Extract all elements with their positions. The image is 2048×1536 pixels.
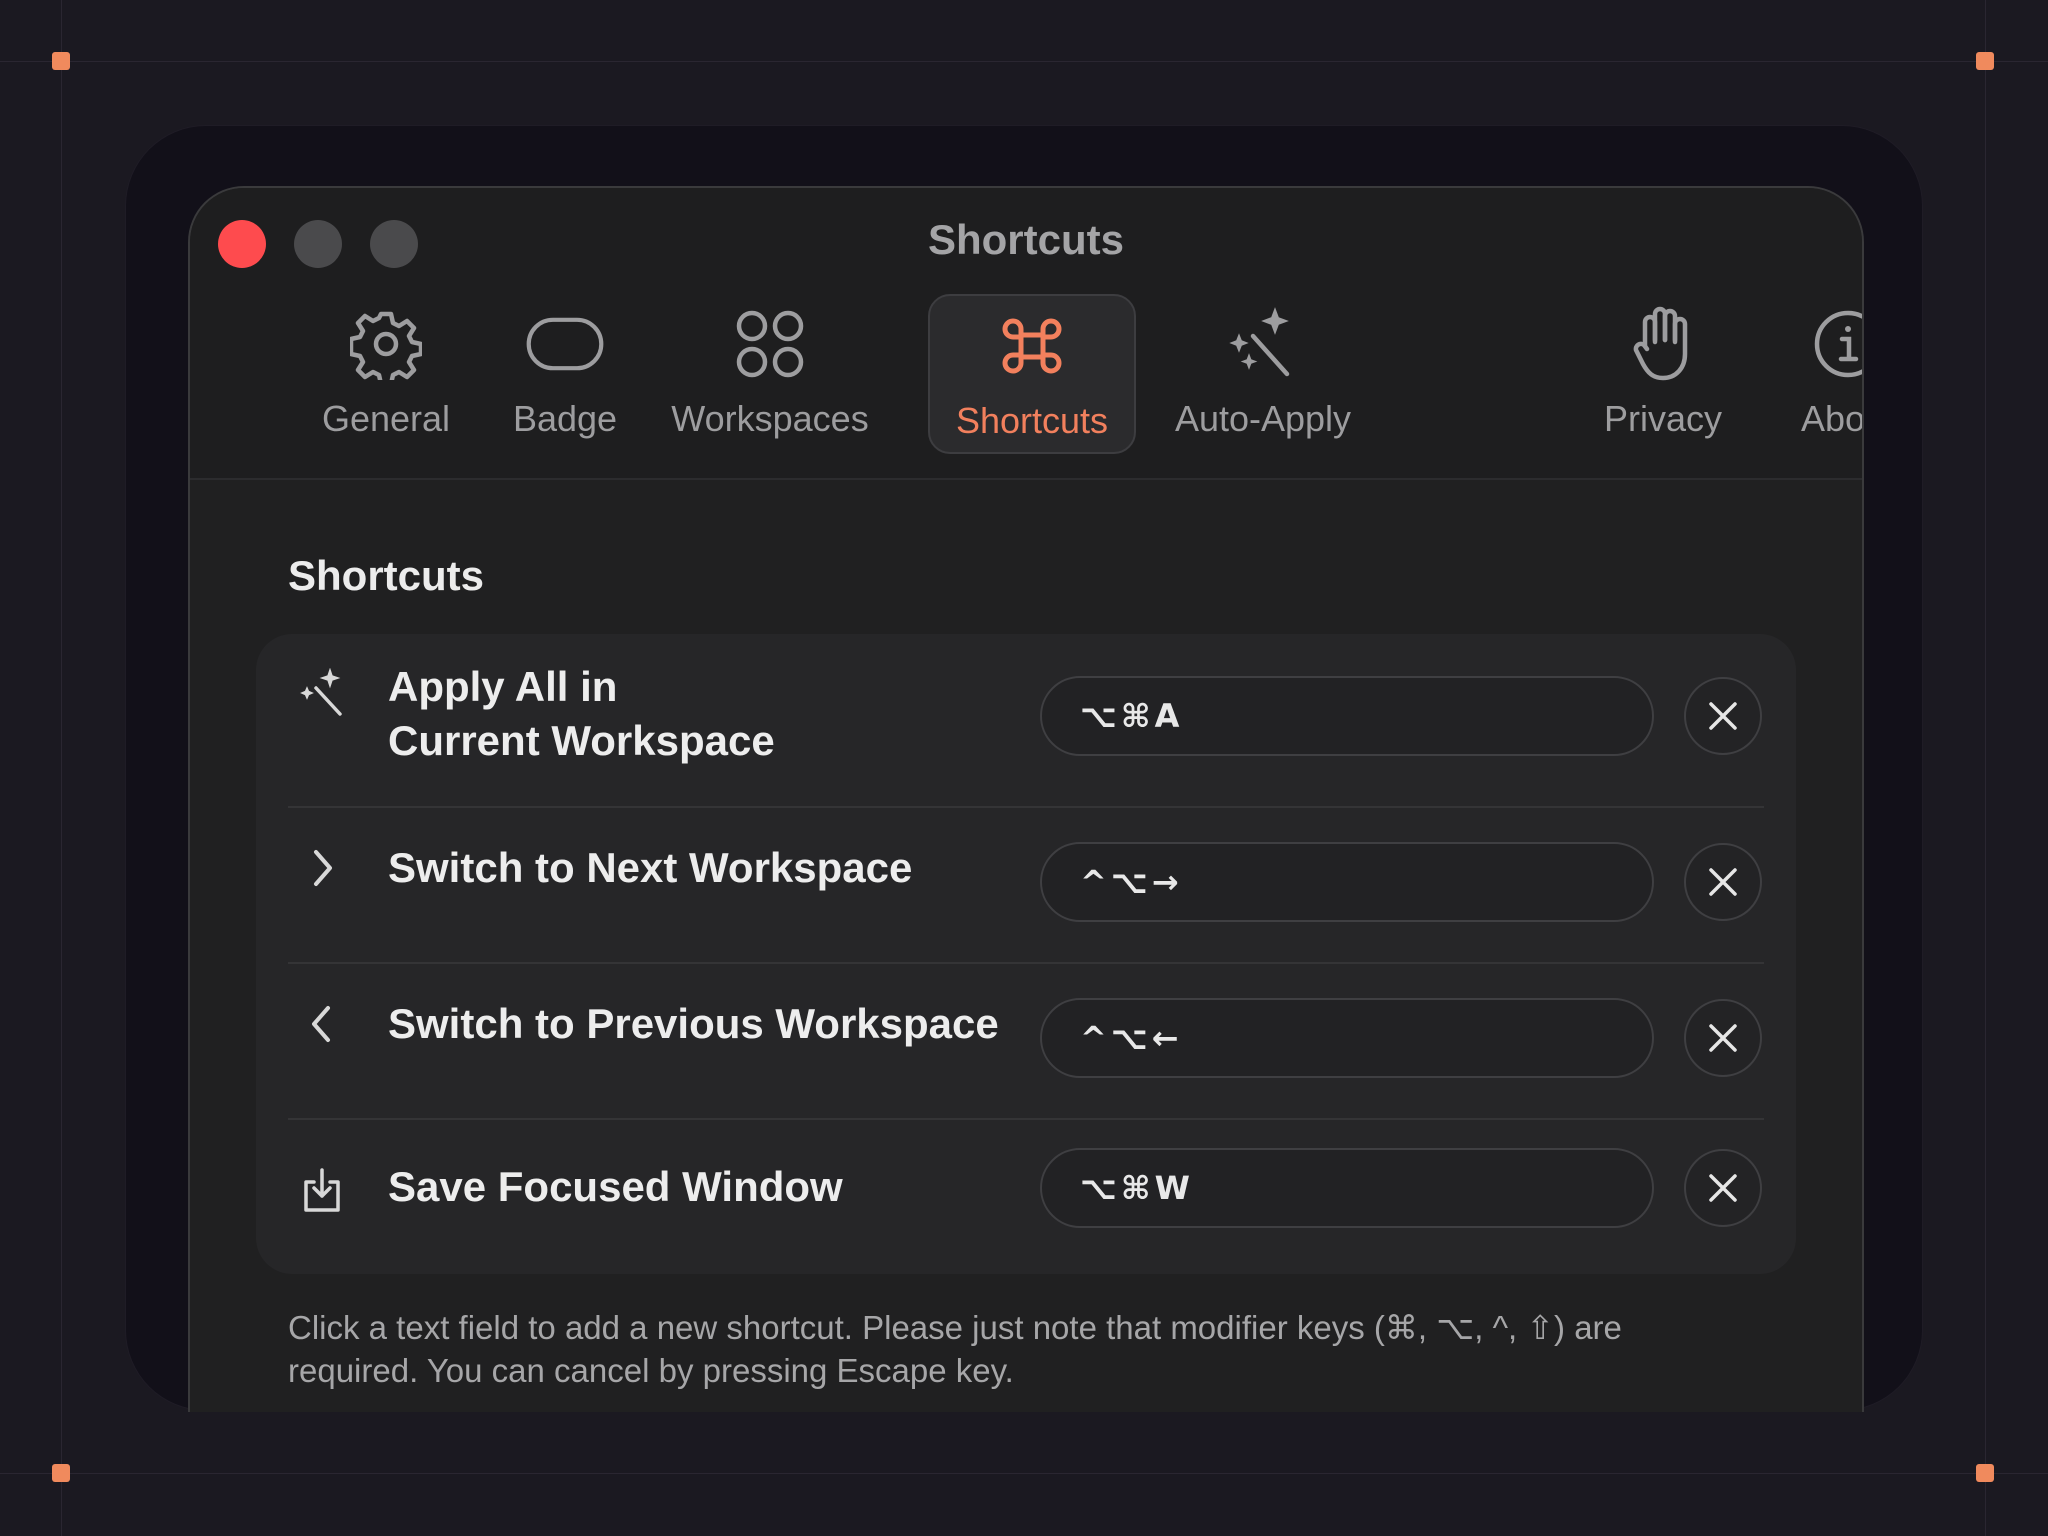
shortcut-label-line2: Current Workspace	[388, 717, 775, 764]
gear-icon	[346, 304, 426, 384]
window-title: Shortcuts	[927, 216, 1124, 263]
shortcut-label: Save Focused Window	[388, 1163, 843, 1210]
chevron-left-icon	[294, 996, 350, 1052]
shortcut-key-field[interactable]: ⌥⌘W	[1040, 1148, 1654, 1228]
resize-handle-top-left[interactable]	[52, 52, 70, 70]
close-icon	[1709, 1174, 1737, 1202]
badge-icon	[525, 304, 605, 384]
hand-icon	[1623, 304, 1703, 384]
shortcut-key-field[interactable]: ^⌥←	[1040, 998, 1654, 1078]
guide-line-right	[1985, 0, 1986, 1536]
toolbar: Shortcuts General Badge Workspaces Short…	[190, 188, 1862, 480]
resize-handle-bottom-left[interactable]	[52, 1464, 70, 1482]
shortcuts-list: Apply All in Current Workspace ⌥⌘A Switc…	[256, 634, 1796, 1274]
magic-wand-icon	[1223, 304, 1303, 384]
shortcut-key-field[interactable]: ⌥⌘A	[1040, 676, 1654, 756]
shortcut-row-next-workspace: Switch to Next Workspace ^⌥→	[256, 808, 1796, 962]
clear-shortcut-button[interactable]	[1684, 1149, 1762, 1227]
shortcut-label: Switch to Next Workspace	[388, 844, 913, 891]
clear-shortcut-button[interactable]	[1684, 677, 1762, 755]
tab-badge[interactable]: Badge	[490, 294, 640, 450]
help-text-line2: required. You can cancel by pressing Esc…	[288, 1352, 1014, 1389]
save-icon	[294, 1162, 350, 1218]
close-icon	[1709, 1024, 1737, 1052]
tab-about[interactable]: About	[1778, 294, 1864, 450]
tab-privacy[interactable]: Privacy	[1583, 294, 1743, 450]
guide-line-bottom	[0, 1473, 2048, 1474]
shortcut-row-apply-all: Apply All in Current Workspace ⌥⌘A	[256, 634, 1796, 802]
close-icon	[1709, 868, 1737, 896]
resize-handle-top-right[interactable]	[1976, 52, 1994, 70]
info-icon	[1808, 304, 1862, 384]
clear-shortcut-button[interactable]	[1684, 843, 1762, 921]
section-title: Shortcuts	[288, 552, 485, 599]
tab-label: Auto-Apply	[1174, 398, 1352, 439]
workspaces-icon	[730, 304, 810, 384]
help-text-line1: Click a text field to add a new shortcut…	[288, 1309, 1622, 1346]
chevron-right-icon	[294, 840, 350, 896]
guide-line-top	[0, 61, 2048, 62]
clear-shortcut-button[interactable]	[1684, 999, 1762, 1077]
shortcut-key-field[interactable]: ^⌥→	[1040, 842, 1654, 922]
tab-workspaces[interactable]: Workspaces	[660, 294, 880, 450]
shortcut-label-line1: Apply All in	[388, 663, 618, 710]
guide-line-left	[61, 0, 62, 1536]
shortcut-row-previous-workspace: Switch to Previous Workspace ^⌥←	[256, 964, 1796, 1118]
magic-wand-icon	[294, 664, 350, 720]
tab-label: Workspaces	[671, 398, 869, 439]
tab-label: About	[1800, 398, 1864, 439]
close-icon	[1709, 702, 1737, 730]
tab-label: Badge	[512, 398, 618, 439]
tab-label: Shortcuts	[955, 400, 1109, 441]
resize-handle-bottom-right[interactable]	[1976, 1464, 1994, 1482]
tab-label: Privacy	[1603, 398, 1723, 439]
shortcut-label: Switch to Previous Workspace	[388, 1000, 999, 1047]
tab-auto-apply[interactable]: Auto-Apply	[1158, 294, 1368, 450]
shortcut-row-save-window: Save Focused Window ⌥⌘W	[256, 1120, 1796, 1274]
settings-window: Shortcuts General Badge Workspaces Short…	[188, 186, 1864, 1412]
shortcut-label: Apply All in Current Workspace	[388, 660, 775, 768]
tab-label: General	[321, 398, 451, 439]
tab-general[interactable]: General	[302, 294, 470, 450]
help-text: Click a text field to add a new shortcut…	[288, 1306, 1768, 1392]
tab-shortcuts[interactable]: Shortcuts	[928, 294, 1136, 454]
command-icon	[992, 306, 1072, 386]
